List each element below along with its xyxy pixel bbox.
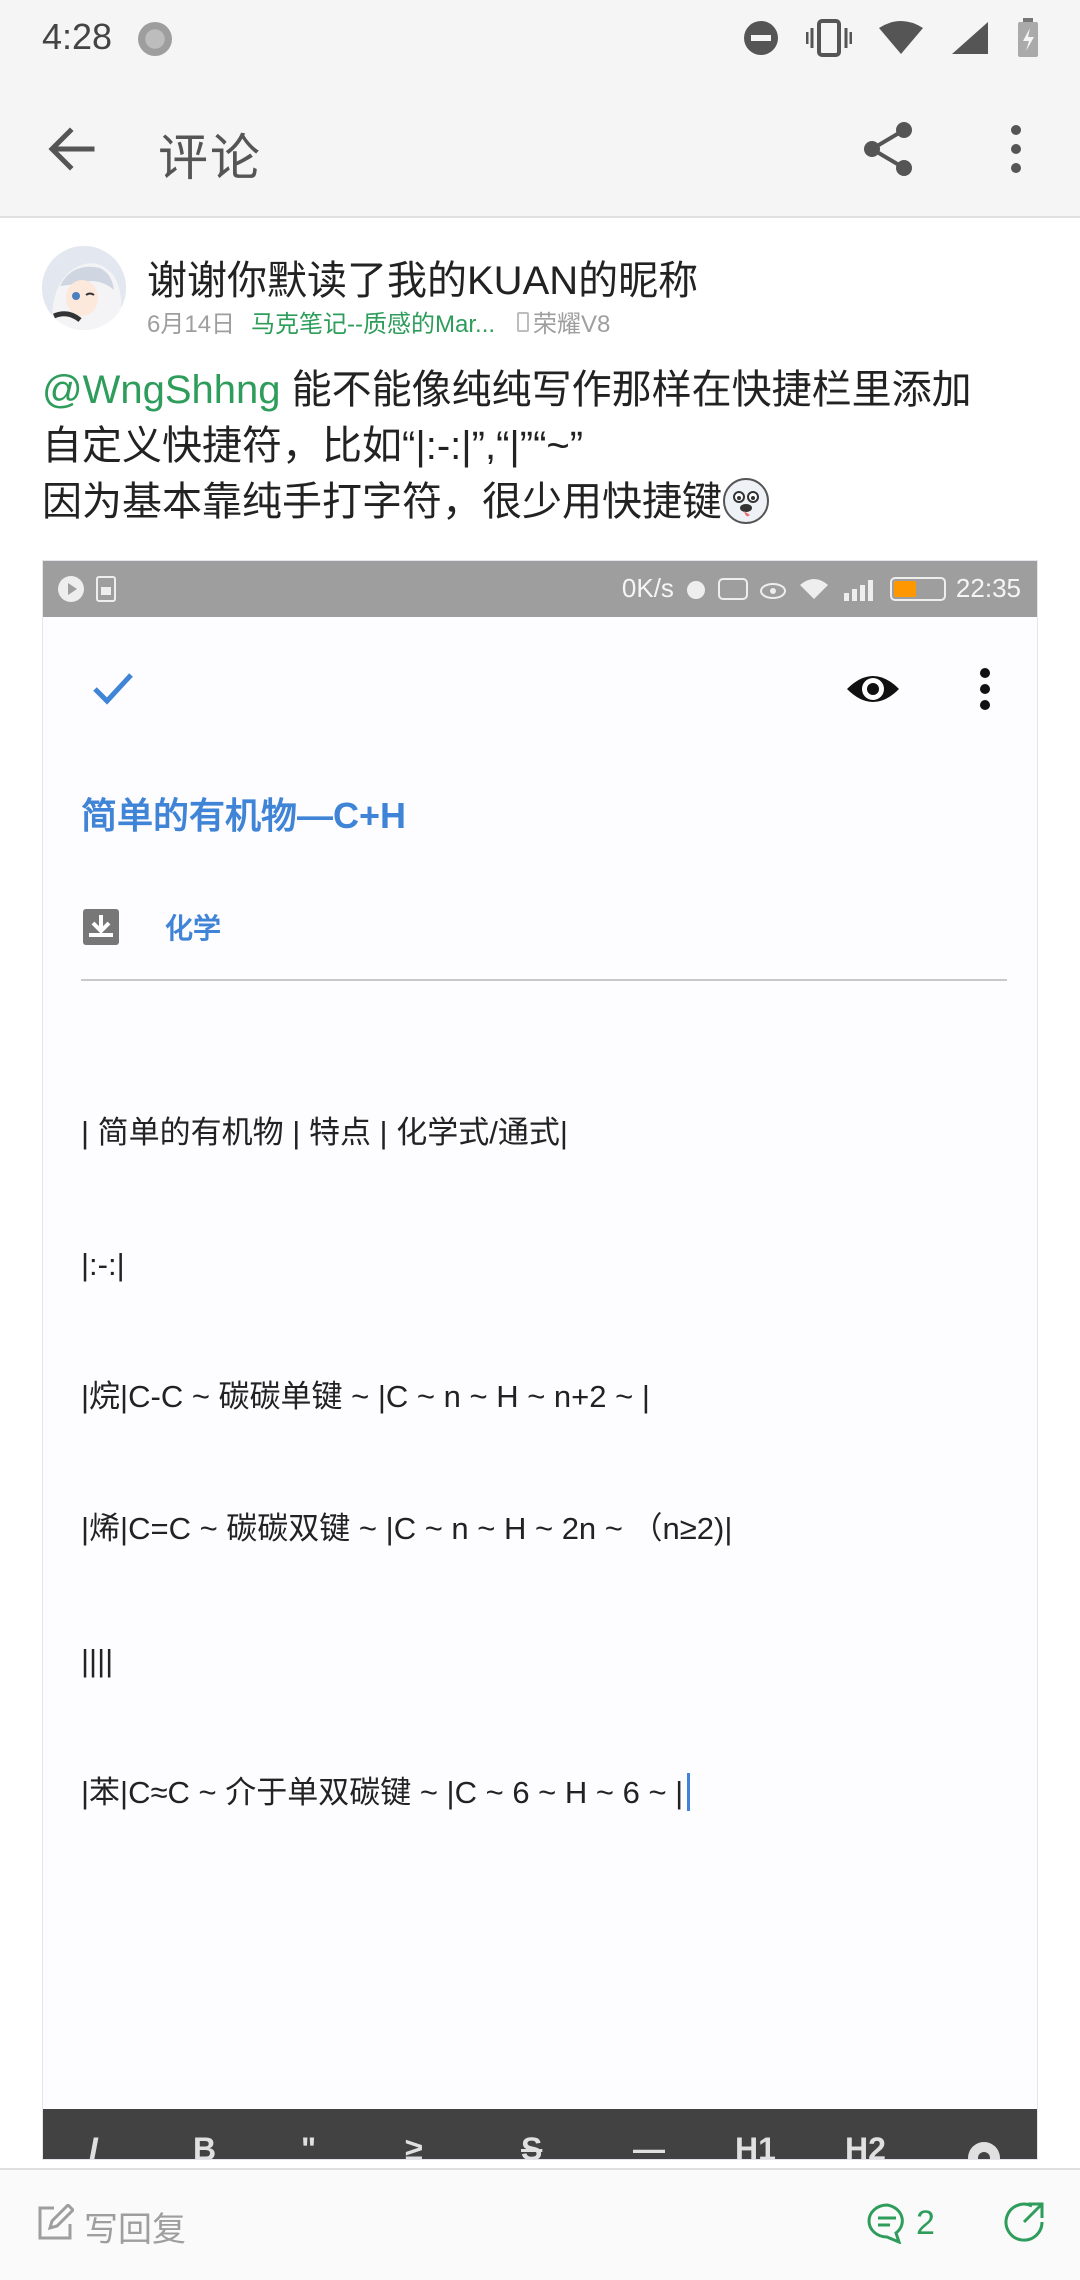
embedded-battery-icon	[889, 576, 946, 601]
eye-icon[interactable]	[843, 661, 903, 717]
status-icons	[742, 18, 1040, 58]
sync-icon	[138, 22, 172, 56]
play-icon	[58, 576, 84, 602]
code-button[interactable]: ≥	[405, 2131, 423, 2159]
comment-body: @WngShhng 能不能像纯纯写作那样在快捷栏里添加 自定义快捷符，比如“|:…	[42, 362, 1042, 530]
source-link[interactable]: 马克笔记--质感的Mar...	[251, 304, 495, 339]
phone-icon	[517, 311, 530, 332]
cellular-icon	[952, 22, 988, 54]
comment-text-line-1: 能不能像纯纯写作那样在快捷栏里添加	[280, 368, 972, 412]
status-time: 4:28	[42, 16, 113, 57]
signal-small-icon	[843, 579, 873, 601]
text-cursor	[687, 1773, 691, 1811]
comment-count: 2	[916, 2203, 935, 2242]
hd-icon	[717, 577, 748, 600]
bottom-bar: 写回复 2	[0, 2168, 1080, 2280]
emoji-icon	[723, 478, 769, 524]
comments-button[interactable]: 2	[866, 2198, 935, 2248]
reply-input[interactable]: 写回复	[84, 2202, 186, 2251]
comment-icon	[867, 2203, 904, 2244]
more-vert-icon[interactable]	[973, 659, 997, 719]
embedded-screenshot[interactable]: 0K/s 22:35 简单的有机物—C+H 化学 | 简单的有机物 | 特点 |…	[42, 560, 1038, 2160]
note-line: |:-:|	[81, 1247, 125, 1282]
avatar[interactable]	[42, 246, 126, 330]
note-line: | 简单的有机物 | 特点 | 化学式/通式|	[81, 1115, 568, 1150]
sim-icon	[96, 576, 116, 602]
device-label: 荣耀V8	[517, 304, 610, 339]
battery-icon	[1018, 18, 1038, 57]
h2-button[interactable]: H2	[845, 2131, 886, 2159]
comment-text-line-3: 因为基本靠纯手打字符，很少用快捷键	[42, 480, 722, 524]
forward-icon[interactable]	[1002, 2200, 1046, 2244]
comment-date: 6月14日	[147, 311, 236, 338]
note-title: 简单的有机物—C+H	[81, 795, 407, 836]
h1-button[interactable]: H1	[735, 2131, 776, 2159]
note-line: |烷|C-C ~ 碳碳单键 ~ |C ~ n ~ H ~ n+2 ~ |	[81, 1379, 650, 1414]
user-name[interactable]: 谢谢你默读了我的KUAN的昵称	[147, 248, 698, 306]
app-bar: 评论	[0, 80, 1080, 218]
edit-icon[interactable]	[36, 2204, 74, 2242]
comment-meta: 6月14日 马克笔记--质感的Mar... 荣耀V8	[147, 304, 610, 339]
embedded-net-speed: 0K/s	[621, 573, 674, 603]
gear-icon[interactable]	[959, 2133, 1009, 2160]
quote-button[interactable]: "	[301, 2131, 316, 2159]
more-vert-icon[interactable]	[996, 116, 1036, 182]
note-content: | 简单的有机物 | 特点 | 化学式/通式| |:-:| |烷|C-C ~ 碳…	[81, 1023, 732, 1903]
divider	[81, 979, 1007, 981]
eye-comfort-icon	[759, 582, 786, 599]
device-name: 荣耀V8	[533, 311, 611, 338]
check-icon[interactable]	[87, 661, 139, 713]
strike-button[interactable]: S	[521, 2131, 542, 2159]
hr-button[interactable]: —	[633, 2131, 665, 2159]
vibrate-icon	[806, 19, 852, 57]
folder-label: 化学	[165, 913, 222, 944]
share-icon[interactable]	[856, 116, 922, 182]
status-bar: 4:28	[0, 0, 1080, 80]
do-not-disturb-icon	[744, 21, 778, 55]
page-title: 评论	[158, 130, 262, 186]
embedded-time: 22:35	[955, 573, 1021, 603]
embedded-status-bar: 0K/s 22:35	[43, 561, 1037, 617]
alarm-icon	[686, 580, 705, 599]
wifi-icon	[879, 21, 923, 54]
bold-button[interactable]: B	[193, 2131, 216, 2159]
comment-text-line-2: 自定义快捷符，比如“|:-:|”,“|”“~”	[42, 424, 584, 468]
note-line: ||||	[81, 1643, 114, 1678]
note-line: |烯|C=C ~ 碳碳双键 ~ |C ~ n ~ H ~ 2n ~ （n≥2)|	[81, 1511, 733, 1546]
format-toolbar: I B " ≥ S — H1 H2	[43, 2109, 1037, 2160]
folder-icon	[83, 909, 119, 945]
mention-link[interactable]: @WngShhng	[42, 368, 281, 412]
back-arrow-icon[interactable]	[40, 117, 104, 181]
note-line: |苯|C≈C ~ 介于单双碳键 ~ |C ~ 6 ~ H ~ 6 ~ |	[81, 1775, 684, 1810]
wifi-small-icon	[799, 578, 828, 599]
italic-button[interactable]: I	[89, 2131, 98, 2159]
